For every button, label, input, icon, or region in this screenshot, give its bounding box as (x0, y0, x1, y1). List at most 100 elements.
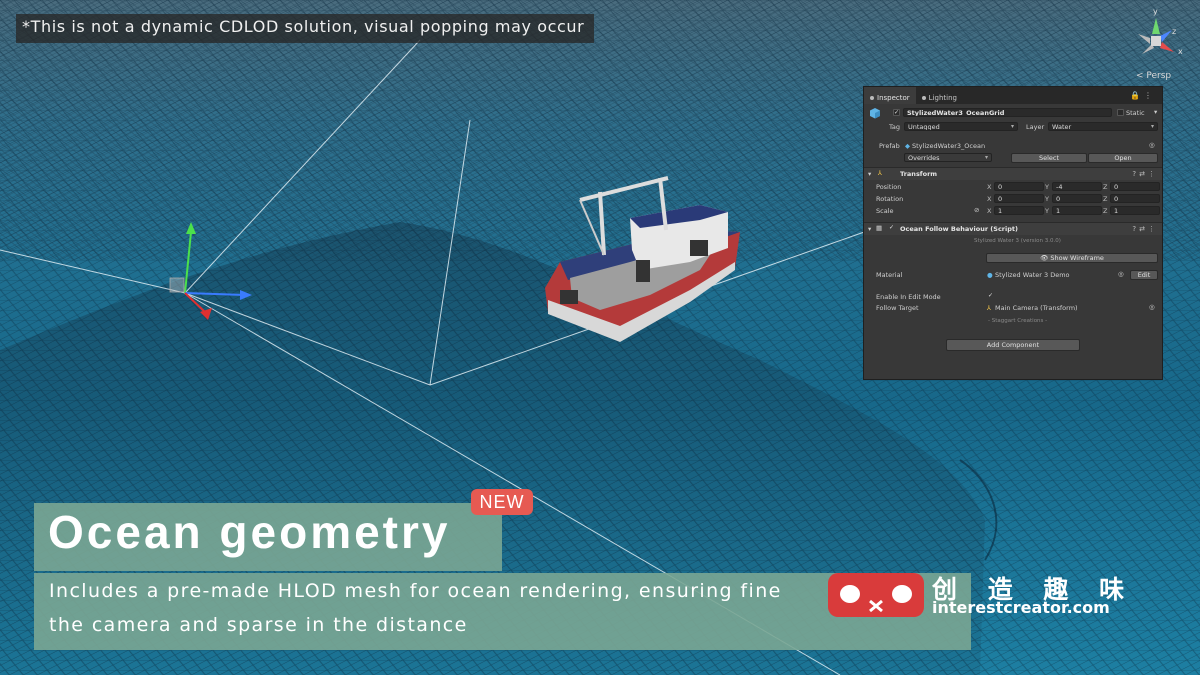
static-label: Static (1126, 109, 1145, 117)
rotation-x-field[interactable]: 0 (994, 194, 1044, 203)
scale-label: Scale (876, 207, 894, 215)
overrides-dropdown[interactable]: Overrides (904, 153, 992, 162)
scale-x-field[interactable]: 1 (994, 206, 1044, 215)
description-line-2: the camera and sparse in the distance (49, 614, 468, 636)
tab-menu-icons[interactable]: 🔒⋮ (1130, 91, 1156, 100)
show-wireframe-label: Show Wireframe (1050, 254, 1104, 262)
caption-title: Ocean geometry (48, 506, 451, 558)
position-z-field[interactable]: 0 (1110, 182, 1160, 191)
inspector-tabbar: Inspector Lighting 🔒⋮ (864, 87, 1162, 104)
object-active-checkbox[interactable]: ✓ (893, 109, 900, 116)
tag-label: Tag (889, 123, 901, 131)
transform-icon: ⅄ (878, 169, 882, 177)
prefab-target-icon[interactable]: ◎ (1149, 141, 1155, 149)
scale-z-field[interactable]: 1 (1110, 206, 1160, 215)
transform-ref-icon: ⅄ (987, 304, 991, 312)
object-header-row: ✓ StylizedWater3_OceanGrid Static ▾ (864, 107, 1162, 119)
prefab-select-button[interactable]: Select (1011, 153, 1087, 163)
ocean-follow-header[interactable]: ▾ ▦ ✓ Ocean Follow Behaviour (Script) ?⇄… (864, 222, 1162, 235)
axis-z-cone[interactable] (1160, 30, 1172, 42)
position-label: Position (876, 183, 902, 191)
show-wireframe-button[interactable]: 👁 Show Wireframe (986, 253, 1158, 263)
material-icon: ● (987, 271, 993, 279)
eye-icon: 👁 (1040, 254, 1051, 262)
constrain-proportions-icon[interactable]: ⊘ (974, 206, 979, 214)
edit-mode-label: Enable In Edit Mode (876, 293, 941, 301)
y-axis-label: Y (1045, 183, 1049, 191)
gameobject-cube-icon (870, 108, 880, 119)
edit-mode-checkbox[interactable]: ✓ (987, 293, 994, 300)
follow-target-label: Follow Target (876, 304, 919, 312)
material-value[interactable]: Stylized Water 3 Demo (995, 271, 1070, 279)
component-enabled-checkbox[interactable]: ✓ (888, 225, 895, 232)
tab-lighting[interactable]: Lighting (916, 87, 963, 104)
component-menu-icons[interactable]: ?⇄⋮ (1132, 170, 1158, 178)
rotation-y-field[interactable]: 0 (1052, 194, 1102, 203)
prefab-value[interactable]: StylizedWater3_Ocean (912, 142, 985, 150)
axis-y-cone[interactable] (1152, 18, 1160, 34)
edit-mode-row: Enable In Edit Mode ✓ (864, 292, 1162, 303)
material-edit-button[interactable]: Edit (1130, 270, 1158, 280)
position-x-field[interactable]: 0 (994, 182, 1044, 191)
transform-rotation-row: Rotation X 0 Y 0 Z 0 (864, 194, 1162, 205)
rotation-z-field[interactable]: 0 (1110, 194, 1160, 203)
tab-inspector-label: Inspector (877, 94, 910, 102)
new-badge: NEW (471, 489, 533, 515)
component-title: Ocean Follow Behaviour (Script) (900, 225, 1018, 233)
transform-header[interactable]: ▾ ⅄ Transform ?⇄⋮ (864, 167, 1162, 180)
axis-neg-x-cone[interactable] (1138, 34, 1150, 44)
component-menu-icons[interactable]: ?⇄⋮ (1132, 225, 1158, 233)
layer-label: Layer (1026, 123, 1045, 131)
axis-z-label: z (1172, 27, 1176, 36)
add-component-button[interactable]: Add Component (946, 339, 1080, 351)
prefab-row: Prefab ◆ StylizedWater3_Ocean ◎ (864, 140, 1162, 151)
tag-dropdown[interactable]: Untagged (904, 122, 1018, 131)
inspector-panel[interactable]: Inspector Lighting 🔒⋮ ✓ StylizedWater3_O… (863, 86, 1163, 380)
follow-target-value[interactable]: Main Camera (Transform) (995, 304, 1078, 312)
view-mode-label[interactable]: < Persp (1136, 71, 1171, 81)
viewport-notice: *This is not a dynamic CDLOD solution, v… (16, 14, 595, 43)
object-name-field[interactable]: StylizedWater3_OceanGrid (903, 108, 1112, 117)
foldout-arrow-icon[interactable]: ▾ (868, 225, 871, 233)
version-text: Stylized Water 3 (version 3.0.0) (974, 238, 1061, 244)
position-y-field[interactable]: -4 (1052, 182, 1102, 191)
y-axis-label: Y (1045, 195, 1049, 203)
scale-y-field[interactable]: 1 (1052, 206, 1102, 215)
z-axis-label: Z (1103, 207, 1108, 215)
gizmo-center[interactable] (1151, 36, 1161, 46)
z-axis-label: Z (1103, 195, 1108, 203)
tab-inspector[interactable]: Inspector (864, 87, 916, 104)
follow-target-picker-icon[interactable]: ◎ (1149, 303, 1155, 311)
follow-target-row: Follow Target ⅄ Main Camera (Transform) … (864, 303, 1162, 314)
z-axis-label: Z (1103, 183, 1108, 191)
material-row: Material ● Stylized Water 3 Demo ◎ Edit (864, 270, 1162, 281)
static-checkbox[interactable] (1117, 109, 1124, 116)
axis-y-label: y (1153, 7, 1158, 16)
transform-scale-row: Scale ⊘ X 1 Y 1 Z 1 (864, 206, 1162, 217)
material-label: Material (876, 271, 903, 279)
stagger-text: - Staggart Creations - (988, 318, 1048, 324)
prefab-label: Prefab (879, 142, 900, 150)
axis-x-label: x (1178, 47, 1183, 56)
layer-dropdown[interactable]: Water (1048, 122, 1158, 131)
watermark-logo (828, 573, 924, 617)
prefab-icon: ◆ (905, 142, 910, 150)
info-icon (870, 96, 874, 100)
static-dropdown-icon[interactable]: ▾ (1154, 108, 1157, 116)
description-line-1: Includes a pre-made HLOD mesh for ocean … (49, 580, 782, 602)
axis-x-cone[interactable] (1160, 42, 1174, 52)
prefab-open-button[interactable]: Open (1088, 153, 1158, 163)
transform-position-row: Position X 0 Y -4 Z 0 (864, 182, 1162, 193)
foldout-arrow-icon[interactable]: ▾ (868, 170, 871, 178)
x-axis-label: X (987, 207, 992, 215)
material-target-icon[interactable]: ◎ (1118, 270, 1124, 278)
tab-lighting-label: Lighting (928, 94, 957, 102)
prefab-actions-row: Overrides Select Open (864, 152, 1162, 163)
x-axis-label: X (987, 195, 992, 203)
transform-title: Transform (900, 170, 938, 178)
script-icon: ▦ (876, 224, 883, 232)
rotation-label: Rotation (876, 195, 904, 203)
x-axis-label: X (987, 183, 992, 191)
y-axis-label: Y (1045, 207, 1049, 215)
tag-layer-row: Tag Untagged Layer Water (864, 121, 1162, 132)
